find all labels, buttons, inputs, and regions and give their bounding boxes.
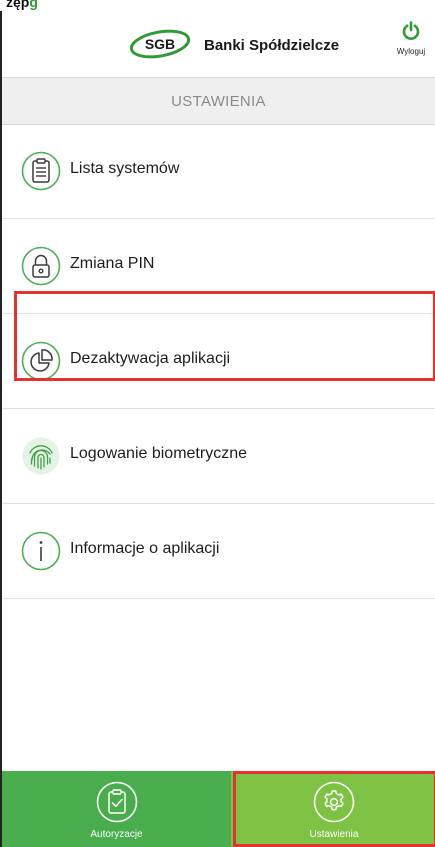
caption-text: zęp	[6, 0, 30, 10]
menu-item-logowanie-biometryczne[interactable]: Logowanie biometryczne	[2, 409, 435, 504]
sgb-logo-icon: SGB	[129, 29, 191, 59]
caption-accent-text: g	[29, 0, 38, 10]
bottom-tab-bar: Autoryzacje Ustawienia	[2, 771, 435, 847]
logo-badge-text: SGB	[145, 36, 175, 52]
menu-item-label: Logowanie biometryczne	[70, 445, 247, 462]
section-title-bar: USTAWIENIA	[2, 77, 435, 125]
document-caption: zępg	[0, 0, 435, 11]
clipboard-check-icon	[96, 781, 137, 823]
power-icon	[402, 21, 420, 40]
menu-item-label: Lista systemów	[70, 160, 180, 177]
tab-ustawienia[interactable]: Ustawienia	[231, 771, 435, 847]
brand-logo: SGB Banki Spółdzielcze	[128, 27, 358, 63]
tab-autoryzacje[interactable]: Autoryzacje	[2, 771, 231, 847]
app-screen: SGB Banki Spółdzielcze Wyloguj USTAWIENI…	[0, 11, 435, 847]
fingerprint-icon	[22, 437, 60, 475]
menu-item-informacje-o-aplikacji[interactable]: Informacje o aplikacji	[2, 504, 435, 599]
app-header: SGB Banki Spółdzielcze Wyloguj	[2, 11, 435, 77]
tab-label: Autoryzacje	[90, 829, 143, 840]
menu-item-label: Informacje o aplikacji	[70, 540, 220, 557]
logout-label: Wyloguj	[396, 47, 426, 56]
menu-item-label: Zmiana PIN	[70, 255, 155, 272]
settings-menu: Lista systemów Zmiana PIN Dezaktywacja a…	[2, 124, 435, 599]
section-title: USTAWIENIA	[171, 92, 266, 110]
menu-item-dezaktywacja-aplikacji[interactable]: Dezaktywacja aplikacji	[2, 314, 435, 409]
gear-icon	[313, 781, 355, 823]
menu-item-zmiana-pin[interactable]: Zmiana PIN	[2, 219, 435, 314]
menu-item-lista-systemow[interactable]: Lista systemów	[2, 124, 435, 219]
tab-label: Ustawienia	[309, 829, 359, 840]
brand-name: Banki Spółdzielcze	[204, 37, 340, 54]
logout-button[interactable]: Wyloguj	[389, 21, 433, 56]
info-icon	[21, 531, 61, 571]
menu-item-label: Dezaktywacja aplikacji	[70, 350, 231, 367]
pie-chart-icon	[21, 341, 61, 381]
lock-icon	[21, 246, 61, 286]
clipboard-list-icon	[21, 151, 61, 191]
